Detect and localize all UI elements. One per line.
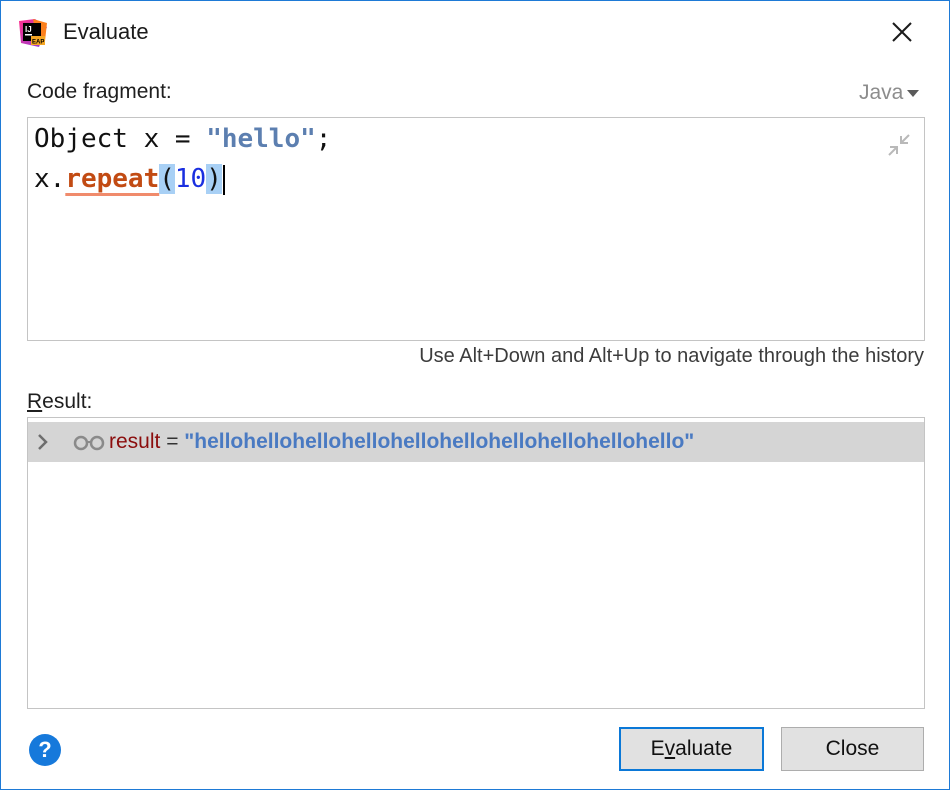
dialog-title: Evaluate [63,19,149,44]
code-line-2: x.repeat(10) [34,162,225,196]
code-token: x. [34,164,66,194]
code-fragment-label: Code fragment: [27,80,172,103]
evaluate-button[interactable]: Evaluate [619,727,764,771]
code-editor[interactable]: Object x = "hello"; x.repeat(10) [27,117,925,341]
svg-text:IJ: IJ [25,25,32,34]
title-bar: IJ EAP Evaluate [1,1,949,63]
intellij-eap-icon: IJ EAP [19,19,47,47]
language-selector[interactable]: Java [859,81,920,105]
close-button[interactable]: Close [781,727,924,771]
result-label-mnemonic: R [27,390,43,413]
svg-text:EAP: EAP [32,40,44,46]
language-value: Java [859,81,904,104]
evaluate-label-pre: E [650,737,665,760]
watch-glasses-icon [73,435,105,451]
result-label-text: esult: [42,390,93,413]
code-number-token: 10 [174,164,207,194]
code-token: ; [315,124,332,154]
code-method-token: repeat [65,164,160,194]
collapse-icon[interactable] [886,132,912,158]
result-tree[interactable]: result = "hellohellohellohellohellohello… [27,417,925,709]
result-value-text: result = "hellohellohellohellohellohello… [109,430,694,454]
result-variable-name: result [109,430,161,453]
code-line-1: Object x = "hello"; [34,122,331,156]
chevron-right-icon[interactable] [36,433,50,451]
result-equals: = [160,430,185,453]
evaluate-label-post: aluate [675,737,733,760]
code-string-token: "hello" [206,124,316,154]
paren-highlight: ( [159,164,175,194]
caret-down-icon [907,89,920,97]
evaluate-label-mnemonic: v [664,737,676,760]
text-cursor [222,164,225,195]
close-icon[interactable] [885,15,919,49]
result-label: Result: [27,390,92,414]
help-icon: ? [38,737,52,762]
paren-highlight: ) [206,164,222,194]
code-token: Object x = [34,124,207,154]
history-hint: Use Alt+Down and Alt+Up to navigate thro… [419,345,924,367]
result-row[interactable]: result = "hellohellohellohellohellohello… [28,422,924,462]
result-string-value: "hellohellohellohellohellohellohellohell… [184,430,695,453]
help-button[interactable]: ? [29,734,61,766]
evaluate-dialog: IJ EAP Evaluate Code fragment: Java Obje… [0,0,950,790]
